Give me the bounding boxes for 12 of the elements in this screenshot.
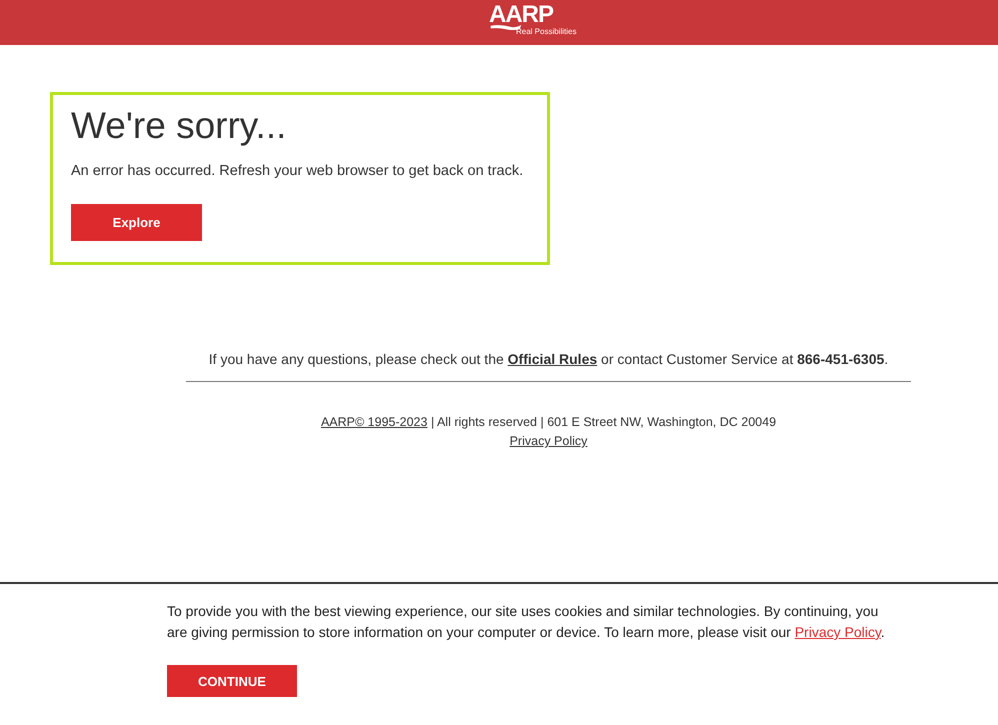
continue-button[interactable]: CONTINUE (167, 665, 297, 697)
copyright-text: AARP© 1995-2023 | All rights reserved | 601 E Street NW, Washington, DC 20049 (320, 414, 778, 431)
logo-text[interactable]: AARP (489, 3, 554, 27)
copyright-link[interactable]: AARP© 1995-2023 (320, 415, 428, 429)
error-title: We're sorry... (71, 104, 288, 148)
privacy-policy-link[interactable]: Privacy Policy (510, 434, 588, 448)
explore-button[interactable]: Explore (71, 204, 202, 241)
contact-text: If you have any questions, please check out the Official Rules or contact Customer Service at 866-451-6305. (208, 350, 890, 368)
official-rules-link[interactable]: Official Rules (508, 351, 598, 367)
error-message: An error has occurred. Refresh your web browser to get back on track. (71, 162, 524, 180)
privacy-policy-link[interactable]: Privacy Policy (794, 624, 881, 640)
cookie-notice: To provide you with the best viewing experience, our site uses cookies and similar technologies. By continuing, you are giving permission to store information on your computer or device. To learn more, please visit our Privacy Policy. (167, 602, 886, 642)
